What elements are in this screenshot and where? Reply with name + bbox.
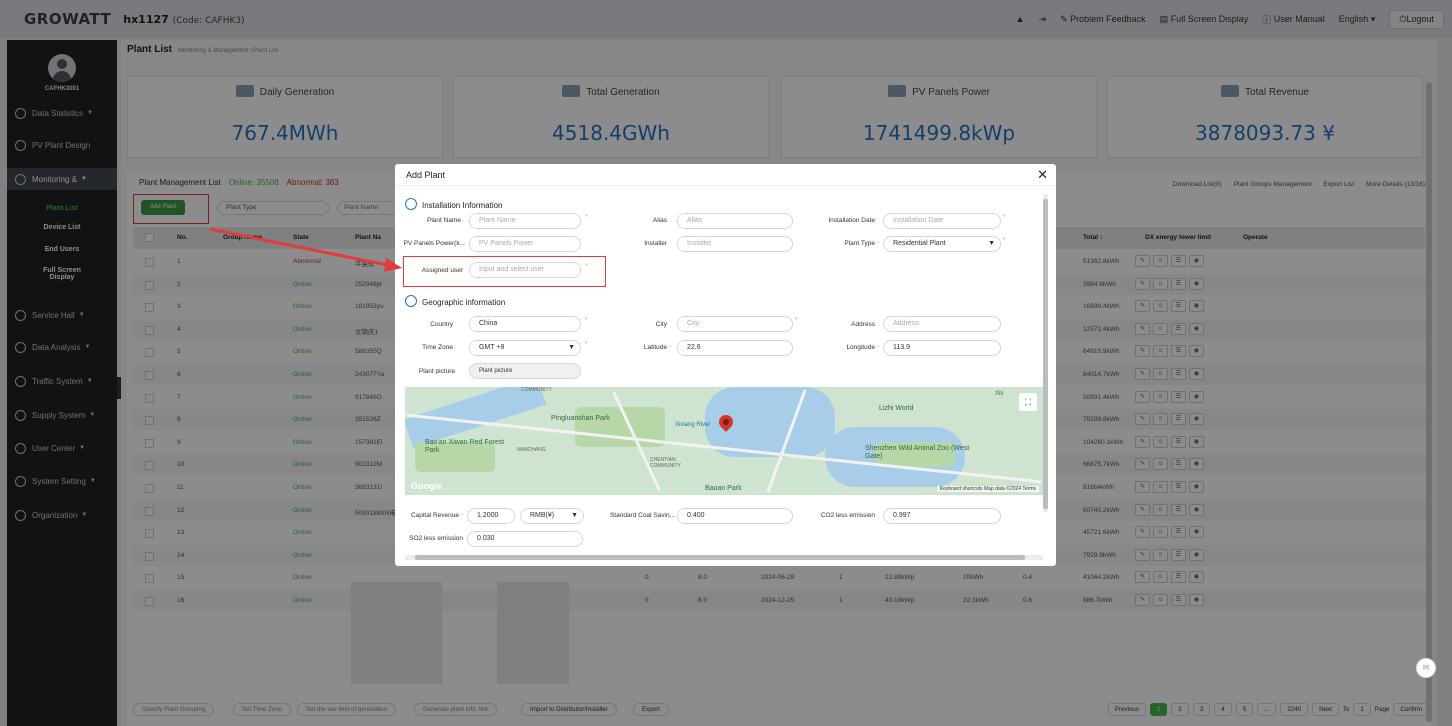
alias-label: Alias [652, 217, 667, 224]
plant-name-label: Plant Name [427, 217, 461, 224]
required-mark: * [585, 214, 588, 221]
address-label: Address [851, 321, 875, 328]
required-mark: * [1003, 237, 1006, 244]
address-field[interactable]: Address [883, 316, 1001, 332]
plant-picture-label: Plant picture [418, 368, 455, 375]
chevron-down-icon: ▼ [988, 240, 995, 247]
time-zone-label: Time Zone [422, 344, 453, 351]
assigned-user-label: Assigned user [421, 267, 463, 274]
capital-revenue-label: Capital Revenue [410, 512, 459, 519]
plant-name-field[interactable]: Plant Name [469, 213, 581, 229]
co2-label: CO2 less emission [820, 512, 875, 519]
map-label: Xili [995, 391, 1004, 397]
installer-field[interactable]: Installer [677, 236, 793, 252]
city-label: City [655, 321, 667, 328]
plant-type-select[interactable]: Residential Plant ▼ [883, 236, 1001, 252]
map-label: Xixiang River [675, 422, 711, 428]
dialog-title: Add Plant [406, 170, 446, 180]
required-mark: * [1003, 214, 1006, 221]
coal-saving-label: Standard Coal Savin... [609, 512, 675, 519]
map-label: Lizhi World [879, 405, 914, 412]
installation-section-title: Installation Information [405, 198, 503, 210]
plant-type-value: Residential Plant [893, 240, 946, 247]
alias-field[interactable]: Alias [677, 213, 793, 229]
country-label: Country [430, 321, 453, 328]
map-label: COMMUNITY [521, 387, 552, 393]
coal-saving-field[interactable]: 0.400 [677, 508, 793, 524]
plant-type-label: Plant Type [844, 240, 875, 247]
dialog-vertical-scrollbar[interactable] [1043, 194, 1048, 512]
required-mark: * [795, 317, 798, 324]
currency-select[interactable]: RMB(¥) ▼ [520, 508, 584, 524]
so2-label: SO2 less emission [409, 535, 463, 542]
country-field[interactable]: China [469, 316, 581, 332]
dialog-horizontal-scrollbar[interactable] [405, 555, 1043, 560]
required-mark: * [585, 263, 588, 270]
map-label: NANCHANG [517, 447, 546, 453]
installation-date-label: Installation Date [828, 217, 875, 224]
latitude-label: Latitude [643, 344, 667, 351]
map-label: Pingluanshan Park [551, 415, 610, 422]
installation-date-field[interactable]: Installation Date [883, 213, 1001, 229]
co2-field[interactable]: 0.997 [883, 508, 1001, 524]
time-zone-value: GMT +8 [479, 344, 505, 351]
add-plant-dialog: Add Plant ✕ Installation Information Pla… [395, 164, 1056, 566]
time-zone-select[interactable]: GMT +8 ▼ [469, 340, 581, 356]
required-mark: * [585, 317, 588, 324]
so2-field[interactable]: 0.030 [467, 531, 583, 547]
longitude-label: Longitude [846, 344, 875, 351]
assigned-user-input[interactable]: Input and select user [469, 262, 581, 278]
pv-panels-power-label: PV Panels Power(k... [403, 240, 465, 247]
required-mark: * [585, 341, 588, 348]
map-label: Bao'an Xiwan Red Forest Park [425, 439, 505, 454]
longitude-field[interactable]: 113.9 [883, 340, 1001, 356]
pv-panels-power-field[interactable]: PV Panels Power [469, 236, 581, 252]
plant-picture-upload[interactable]: Plant picture [469, 363, 581, 379]
map-label: CHENTIAN COMMUNITY [650, 457, 681, 469]
latitude-field[interactable]: 22.6 [677, 340, 793, 356]
geographic-section-title: Geographic information [405, 295, 505, 307]
location-map[interactable]: Pingluanshan Park Bao'an Xiwan Red Fores… [405, 387, 1043, 495]
installer-label: Installer [644, 240, 667, 247]
currency-value: RMB(¥) [530, 512, 555, 519]
map-label: Baoan Park [705, 485, 742, 492]
chevron-down-icon: ▼ [568, 344, 575, 351]
chevron-down-icon: ▼ [571, 512, 578, 519]
chat-float-icon[interactable]: ✉ [1416, 658, 1436, 678]
map-label: Shenzhen Wild Animal Zoo (West Gate) [865, 445, 970, 460]
dialog-header: Add Plant ✕ [395, 164, 1056, 186]
fullscreen-icon[interactable]: ⛶ [1019, 393, 1037, 411]
city-field[interactable]: City [677, 316, 793, 332]
map-credit[interactable]: Keyboard shortcuts Map data ©2024 Terms [936, 486, 1039, 492]
close-icon[interactable]: ✕ [1037, 167, 1048, 183]
capital-revenue-field[interactable]: 1.2000 [467, 508, 515, 524]
google-logo: Google [411, 481, 442, 491]
